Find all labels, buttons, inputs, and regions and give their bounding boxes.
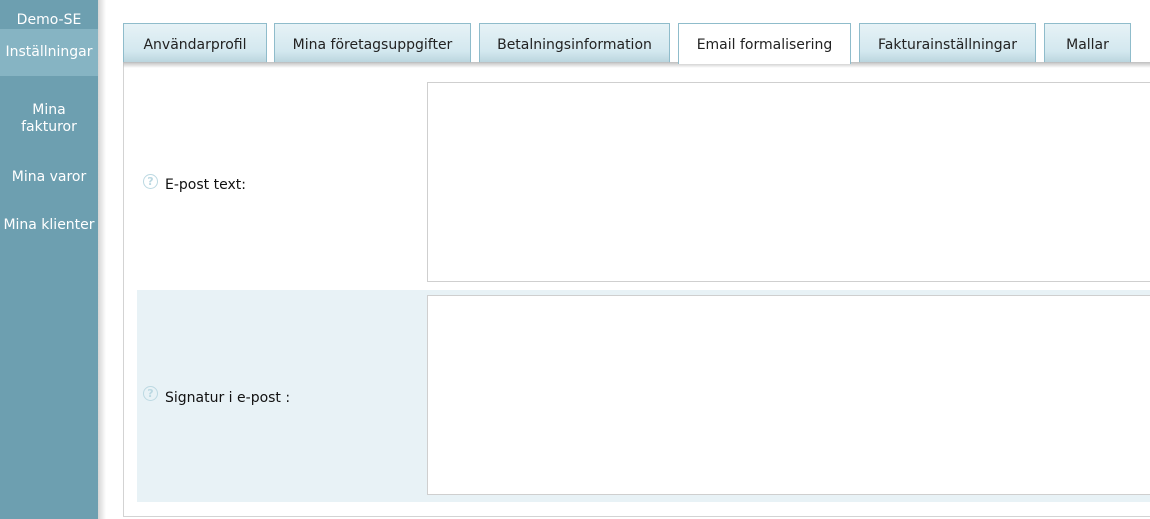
tab-betalningsinformation[interactable]: Betalningsinformation — [479, 23, 670, 63]
signature-input[interactable] — [427, 295, 1150, 495]
sidebar: Demo-SE Inställningar Mina fakturor Mina… — [0, 0, 98, 519]
app-window: Demo-SE Inställningar Mina fakturor Mina… — [0, 0, 1150, 519]
tab-mallar[interactable]: Mallar — [1044, 23, 1131, 63]
sidebar-item-mina-varor[interactable]: Mina varor — [0, 169, 98, 186]
sidebar-item-mina-fakturor[interactable]: Mina fakturor — [0, 102, 98, 136]
sidebar-item-installningar[interactable]: Inställningar — [0, 29, 98, 76]
question-circle-icon[interactable]: ? — [143, 174, 158, 189]
tab-email-formalisering[interactable]: Email formalisering — [678, 23, 851, 64]
sidebar-shadow — [98, 0, 106, 519]
signature-label: Signatur i e-post : — [165, 390, 291, 406]
tab-fakturainstallningar[interactable]: Fakturainställningar — [859, 23, 1036, 63]
sidebar-brand[interactable]: Demo-SE — [0, 12, 98, 29]
tab-strip-shadow — [123, 62, 1150, 68]
email-text-label: E-post text: — [165, 177, 246, 193]
tab-mina-foretagsuppgifter[interactable]: Mina företagsuppgifter — [274, 23, 471, 63]
tab-anvandarprofil[interactable]: Användarprofil — [123, 23, 267, 63]
sidebar-item-mina-klienter[interactable]: Mina klienter — [0, 217, 98, 234]
question-circle-icon[interactable]: ? — [143, 386, 158, 401]
email-text-input[interactable] — [427, 82, 1150, 282]
sidebar-item-label: Mina fakturor — [21, 102, 77, 135]
